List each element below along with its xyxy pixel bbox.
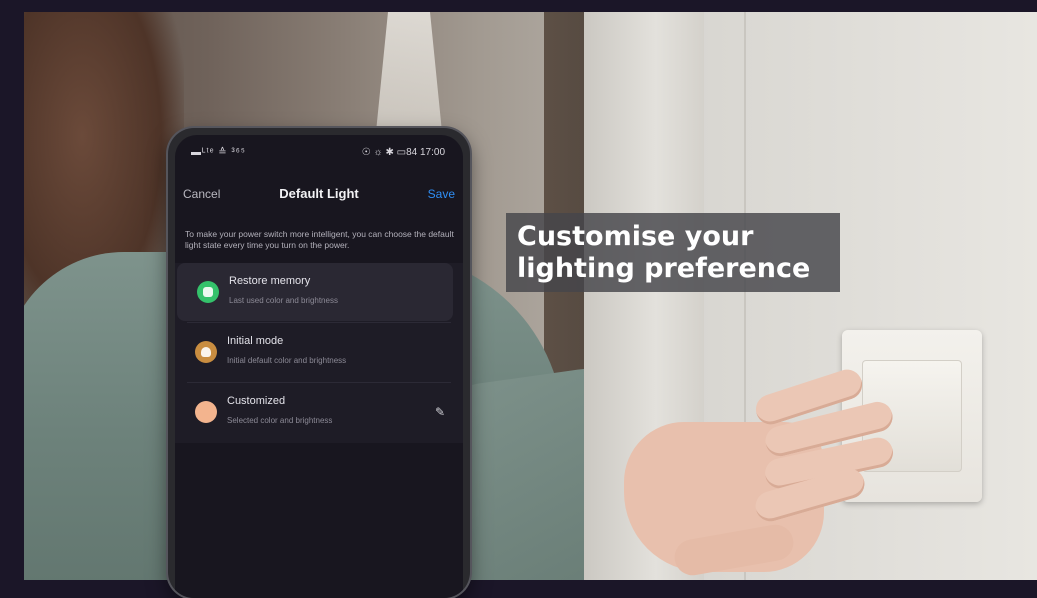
status-clock: ☉ ☼ ✱ ▭84 17:00 (361, 147, 445, 158)
option-initial-mode[interactable]: Initial mode Initial default color and b… (175, 323, 463, 381)
phone-screen: ▬ᴸᵗᵉ ≙ ³⁶⁵ ☉ ☼ ✱ ▭84 17:00 Cancel Defaul… (175, 135, 463, 598)
memory-icon (197, 281, 219, 303)
bulb-icon (195, 341, 217, 363)
hand (584, 365, 904, 580)
caption-line-2: lighting preference (517, 253, 811, 284)
option-customized[interactable]: Customized Selected color and brightness… (175, 383, 463, 441)
option-subtitle: Last used color and brightness (229, 296, 338, 305)
option-label: Customized (227, 395, 286, 407)
caption-line-1: Customise your (517, 221, 754, 252)
status-bar: ▬ᴸᵗᵉ ≙ ³⁶⁵ ☉ ☼ ✱ ▭84 17:00 (175, 147, 463, 163)
save-button[interactable]: Save (428, 187, 455, 201)
option-label: Restore memory (229, 275, 311, 287)
nav-bar: Cancel Default Light Save (175, 179, 463, 205)
description-text: To make your power switch more intellige… (185, 229, 454, 250)
phone: ▬ᴸᵗᵉ ≙ ³⁶⁵ ☉ ☼ ✱ ▭84 17:00 Cancel Defaul… (168, 128, 470, 598)
caption-box: Customise your lighting preference (506, 213, 840, 292)
option-subtitle: Selected color and brightness (227, 416, 333, 425)
edit-icon[interactable]: ✎ (435, 405, 445, 419)
option-label: Initial mode (227, 335, 284, 347)
options-panel: Restore memory Last used color and brigh… (175, 263, 463, 443)
status-signal: ▬ᴸᵗᵉ ≙ ³⁶⁵ (191, 147, 246, 158)
page-title: Default Light (279, 186, 359, 201)
color-swatch-icon (195, 401, 217, 423)
option-subtitle: Initial default color and brightness (227, 356, 347, 365)
option-restore-memory[interactable]: Restore memory Last used color and brigh… (177, 263, 453, 321)
page-frame: Customise your lighting preference ▬ᴸᵗᵉ ≙… (0, 0, 1037, 598)
caption-text: Customise your lighting preference (517, 221, 837, 285)
